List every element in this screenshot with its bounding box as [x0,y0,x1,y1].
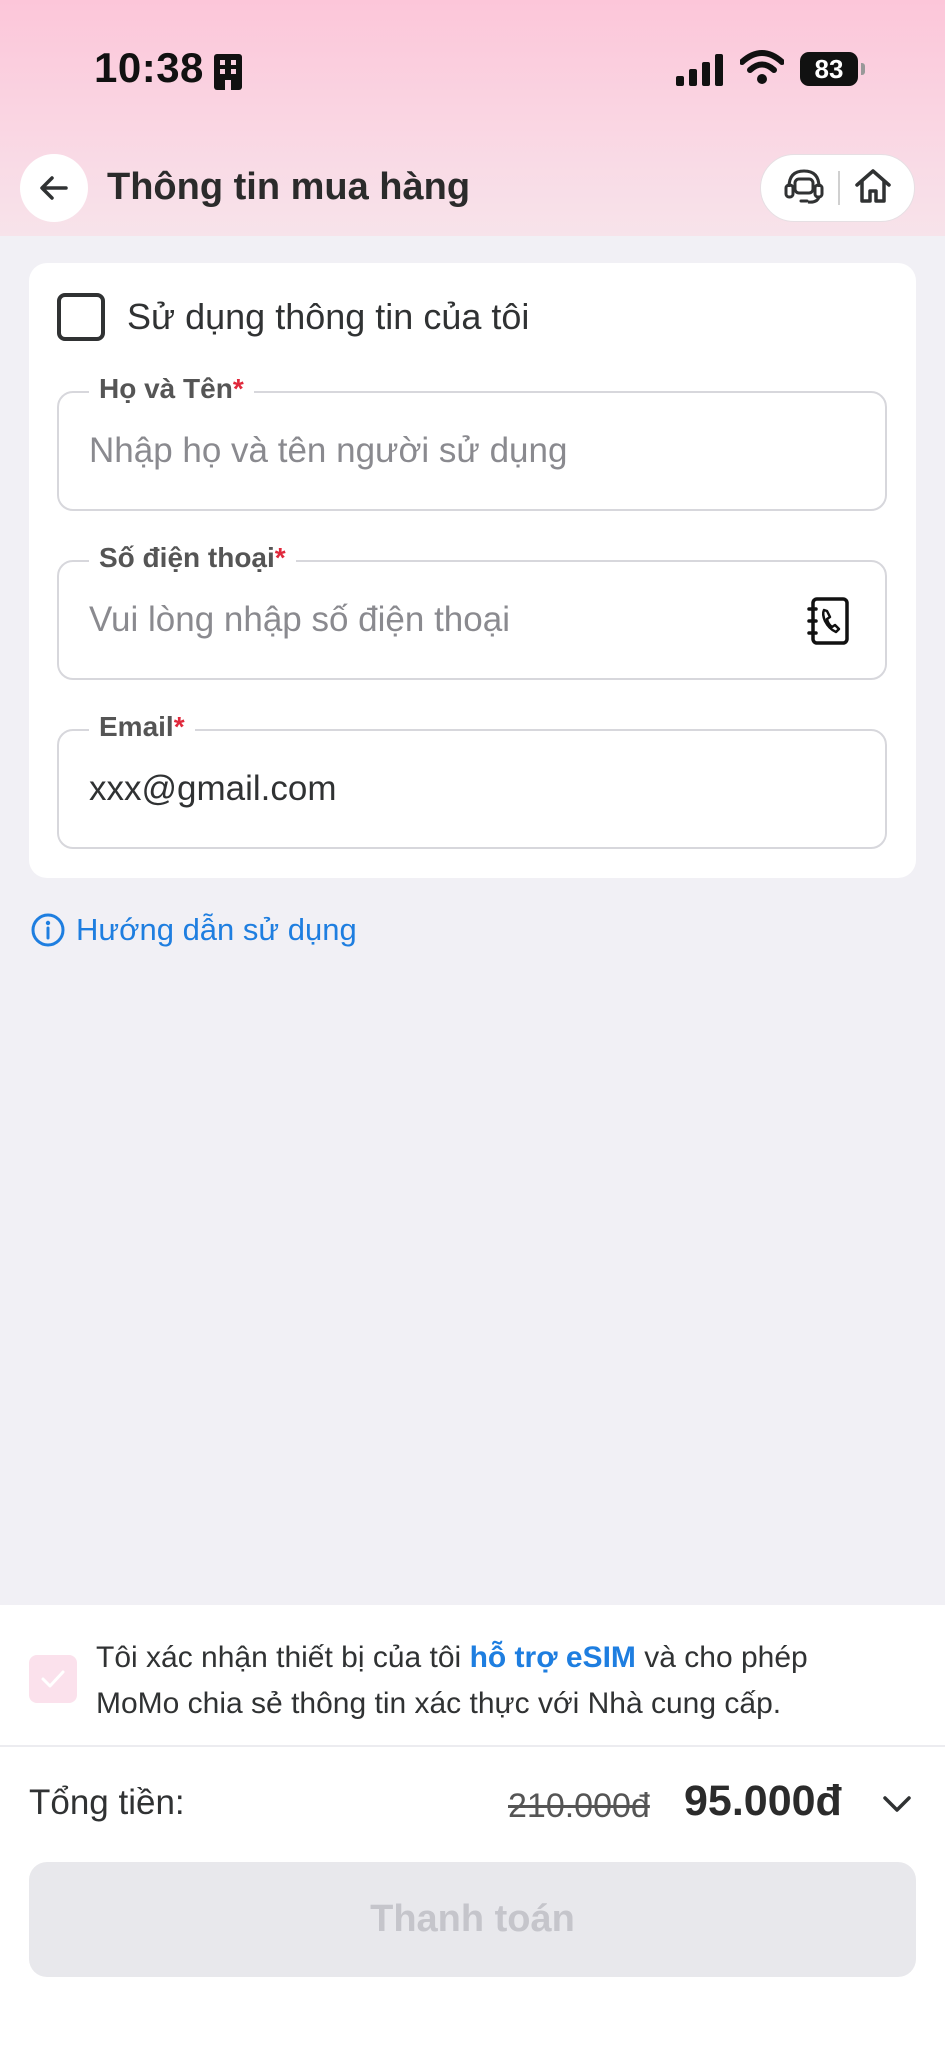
email-input[interactable]: xxx@gmail.com [89,769,337,809]
info-icon [31,913,65,947]
checkout-panel: Tôi xác nhận thiết bị của tôi hỗ trợ eSI… [0,1605,945,2048]
page-title: Thông tin mua hàng [107,166,471,208]
esim-support-link[interactable]: hỗ trợ eSIM [470,1641,636,1674]
use-my-info-label: Sử dụng thông tin của tôi [127,296,530,337]
pay-button[interactable]: Thanh toán [29,1862,916,1977]
email-field[interactable]: Email* xxx@gmail.com [57,711,887,849]
building-icon [212,52,244,97]
confirm-esim-checkbox[interactable] [29,1655,77,1703]
arrow-left-icon [40,176,68,200]
divider [0,1745,945,1747]
original-price: 210.000đ [508,1787,650,1825]
chevron-down-icon[interactable] [880,1791,914,1822]
battery-icon: 83 [800,52,865,86]
support-icon[interactable] [781,163,827,214]
wifi-icon [739,50,785,89]
back-button[interactable] [20,154,88,222]
name-input[interactable]: Nhập họ và tên người sử dụng [89,431,567,471]
use-my-info-row[interactable]: Sử dụng thông tin của tôi [57,293,529,341]
confirm-esim-text: Tôi xác nhận thiết bị của tôi hỗ trợ eSI… [96,1641,808,1720]
phone-field-label: Số điện thoại* [89,542,296,574]
check-icon [41,1670,65,1688]
name-field[interactable]: Họ và Tên* Nhập họ và tên người sử dụng [57,373,887,511]
usage-guide-text: Hướng dẫn sử dụng [76,912,357,947]
usage-guide-link[interactable]: Hướng dẫn sử dụng [30,912,357,948]
name-field-label: Họ và Tên* [89,373,254,405]
status-time: 10:38 [94,44,204,91]
header-actions [760,154,915,222]
header-actions-divider [838,171,841,205]
total-label: Tổng tiền: [29,1783,185,1822]
use-my-info-checkbox[interactable] [57,293,105,341]
phone-field[interactable]: Số điện thoại* Vui lòng nhập số điện tho… [57,542,887,680]
signal-icon [676,54,724,91]
home-icon[interactable] [852,165,894,212]
email-field-label: Email* [89,711,195,743]
contact-book-icon[interactable] [807,596,851,651]
total-price: 95.000đ [684,1777,842,1825]
phone-input[interactable]: Vui lòng nhập số điện thoại [89,600,510,640]
buyer-info-card: Sử dụng thông tin của tôi Họ và Tên* Nhậ… [29,263,916,878]
